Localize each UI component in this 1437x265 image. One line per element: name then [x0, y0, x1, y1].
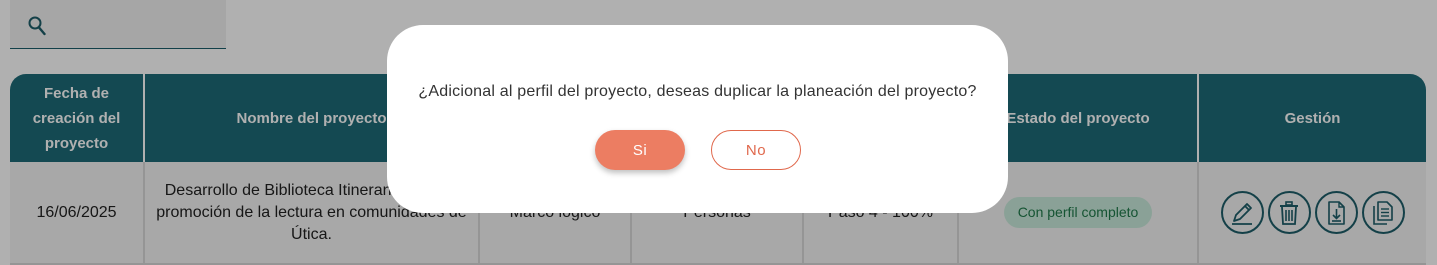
dialog-message: ¿Adicional al perfil del proyecto, desea…: [418, 83, 977, 100]
yes-button[interactable]: Si: [595, 130, 685, 170]
confirm-dialog: ¿Adicional al perfil del proyecto, desea…: [387, 25, 1008, 213]
no-button[interactable]: No: [711, 130, 801, 170]
